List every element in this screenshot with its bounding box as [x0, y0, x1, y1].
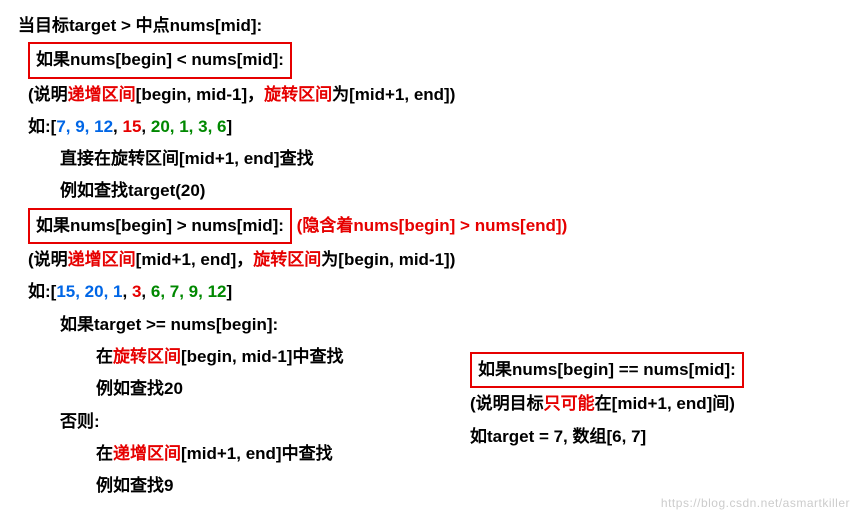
- txt: 为[begin, mid-1]): [321, 250, 455, 269]
- explain-gt: (说明递增区间[mid+1, end]，旋转区间为[begin, mid-1]): [18, 244, 844, 276]
- arr-comma: ,: [141, 117, 150, 136]
- txt: 为[mid+1, end]): [332, 85, 455, 104]
- arr-seg-blue: 7, 9, 12: [56, 117, 113, 136]
- txt-red: 旋转区间: [113, 347, 181, 366]
- txt: [begin, mid-1]，: [136, 85, 264, 104]
- txt: 在: [96, 347, 113, 366]
- box-begin-lt-mid: 如果nums[begin] < nums[mid]:: [28, 42, 292, 78]
- watermark: https://blog.csdn.net/asmartkiller: [661, 492, 850, 515]
- if-target-ge-begin: 如果target >= nums[begin]:: [18, 309, 844, 341]
- sub-search-rotated: 直接在旋转区间[mid+1, end]查找: [18, 143, 844, 175]
- txt: [mid+1, end]，: [136, 250, 254, 269]
- txt-red: ): [562, 216, 568, 235]
- txt-red: 只可能: [544, 394, 595, 413]
- txt-red: 旋转区间: [264, 85, 332, 104]
- box-begin-eq-mid: 如果nums[begin] == nums[mid]:: [470, 352, 744, 388]
- explain-lt: (说明递增区间[begin, mid-1]，旋转区间为[mid+1, end]): [18, 79, 844, 111]
- txt: [mid+1, end]中查找: [181, 444, 333, 463]
- line-when-target-gt-mid: 当目标target > 中点nums[mid]:: [18, 10, 844, 42]
- txt: (说明: [28, 250, 68, 269]
- txt-red: (隐含着: [297, 216, 354, 235]
- txt: (说明目标: [470, 394, 544, 413]
- arr-seg-green: 20, 1, 3, 6: [151, 117, 227, 136]
- arr-seg-red: 3: [132, 282, 141, 301]
- array-example-2: 如:[15, 20, 1, 3, 6, 7, 9, 12]: [18, 276, 844, 308]
- eq-explain: (说明目标只可能在[mid+1, end]间): [470, 388, 830, 420]
- implies-paren: (隐含着nums[begin] > nums[end]): [297, 216, 568, 235]
- arr-comma: ,: [113, 117, 122, 136]
- arr-seg-blue: 15, 20, 1: [56, 282, 122, 301]
- arr-suffix: ]: [227, 282, 233, 301]
- txt-red: 递增区间: [68, 250, 136, 269]
- arr-seg-green: 6, 7, 9, 12: [151, 282, 227, 301]
- txt-red: 递增区间: [68, 85, 136, 104]
- arr-seg-red: 15: [123, 117, 142, 136]
- txt: (说明: [28, 85, 68, 104]
- txt: 在[mid+1, end]间): [595, 394, 735, 413]
- txt-red: 旋转区间: [253, 250, 321, 269]
- array-example-1: 如:[7, 9, 12, 15, 20, 1, 3, 6]: [18, 111, 844, 143]
- box-begin-gt-mid: 如果nums[begin] > nums[mid]:: [28, 208, 292, 244]
- txt: 在: [96, 444, 113, 463]
- sub-example-20: 例如查找target(20): [18, 175, 844, 207]
- txt: [begin, mid-1]中查找: [181, 347, 343, 366]
- arr-comma: ,: [123, 282, 132, 301]
- arr-comma: ,: [141, 282, 150, 301]
- eq-example: 如target = 7, 数组[6, 7]: [470, 421, 830, 453]
- arr-prefix: 如:[: [28, 282, 56, 301]
- case-begin-gt-mid: 如果nums[begin] > nums[mid]: (隐含着nums[begi…: [18, 208, 844, 244]
- arr-prefix: 如:[: [28, 117, 56, 136]
- arr-suffix: ]: [227, 117, 233, 136]
- case-begin-eq-mid-block: 如果nums[begin] == nums[mid]: (说明目标只可能在[mi…: [470, 352, 830, 453]
- case-begin-lt-mid: 如果nums[begin] < nums[mid]:: [18, 42, 844, 78]
- txt-red: 递增区间: [113, 444, 181, 463]
- txt-red: nums[begin] > nums[end]: [353, 216, 561, 235]
